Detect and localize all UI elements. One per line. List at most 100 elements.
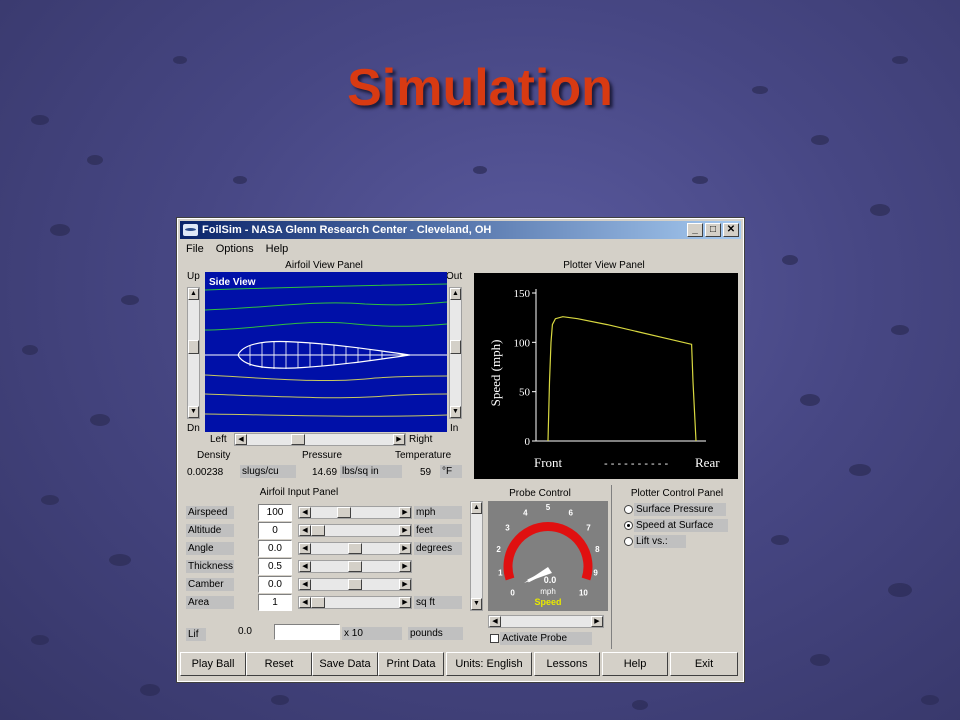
scroll-right-icon[interactable]: ▶ (591, 616, 603, 627)
save-data-button[interactable]: Save Data (312, 652, 378, 676)
scroll-up-icon[interactable]: ▲ (450, 288, 461, 300)
lift-multiplier: x 10 (342, 627, 402, 640)
help-button[interactable]: Help (602, 652, 668, 676)
scroll-down-icon[interactable]: ▼ (471, 598, 482, 610)
density-unit: slugs/cu (240, 465, 296, 478)
lessons-button[interactable]: Lessons (534, 652, 600, 676)
zoom-view-scrollbar[interactable]: ▲ ▼ (449, 287, 462, 419)
airfoil-view-title: Airfoil View Panel (285, 260, 363, 271)
scroll-left-icon[interactable]: ◀ (299, 579, 311, 590)
radio-surface-pressure[interactable] (624, 505, 633, 514)
scroll-left-icon[interactable]: ◀ (299, 543, 311, 554)
exit-button[interactable]: Exit (670, 652, 738, 676)
gauge-tick-label: 7 (586, 524, 591, 533)
radio-lift-vs[interactable] (624, 537, 633, 546)
scroll-up-icon[interactable]: ▲ (471, 502, 482, 514)
activate-probe-checkbox[interactable] (490, 634, 499, 643)
airfoil-input-panel: Airfoil Input Panel Airspeed 100 ◀ ▶ mph Alti… (182, 487, 466, 649)
menu-bar: File Options Help (180, 240, 741, 258)
input-slider[interactable]: ◀ ▶ (298, 524, 412, 537)
scroll-left-icon[interactable]: ◀ (299, 561, 311, 572)
slide-title: Simulation (347, 59, 613, 117)
slider-thumb[interactable] (311, 597, 325, 608)
scroll-right-icon[interactable]: ▶ (393, 434, 405, 445)
menu-options[interactable]: Options (210, 240, 260, 258)
input-unit: feet (414, 524, 462, 537)
scroll-left-icon[interactable]: ◀ (235, 434, 247, 445)
plot-xlabel-rear: Rear (695, 455, 720, 470)
input-slider[interactable]: ◀ ▶ (298, 560, 412, 573)
menu-help[interactable]: Help (260, 240, 295, 258)
probe-control-title: Probe Control (509, 488, 571, 499)
slider-thumb[interactable] (336, 507, 351, 518)
scroll-right-icon[interactable]: ▶ (399, 579, 411, 590)
scroll-left-icon[interactable]: ◀ (299, 597, 311, 608)
gauge-tick-label: 0 (510, 588, 515, 597)
horizontal-view-scrollbar[interactable]: ◀ ▶ (234, 433, 406, 446)
slider-thumb[interactable] (348, 561, 362, 572)
scroll-down-icon[interactable]: ▼ (450, 406, 461, 418)
gauge-tick-label: 8 (595, 545, 600, 554)
option-surface-pressure[interactable]: Surface Pressure (634, 503, 726, 516)
scroll-left-icon[interactable]: ◀ (299, 525, 311, 536)
input-label: Altitude (186, 524, 234, 537)
input-slider[interactable]: ◀ ▶ (298, 506, 412, 519)
input-value-field[interactable]: 100 (258, 504, 292, 521)
airfoil-input-title: Airfoil Input Panel (259, 487, 339, 498)
radio-speed-at-surface[interactable] (624, 521, 633, 530)
window-titlebar[interactable]: FoilSim - NASA Glenn Research Center - C… (180, 221, 741, 239)
reset-button[interactable]: Reset (246, 652, 312, 676)
scroll-down-icon[interactable]: ▼ (188, 406, 199, 418)
scroll-right-icon[interactable]: ▶ (399, 525, 411, 536)
input-value-field[interactable]: 0 (258, 522, 292, 539)
plotter-view-panel: Plotter View Panel 0 50 100 150 Speed (mph)… (468, 259, 740, 483)
input-label: Camber (186, 578, 234, 591)
input-slider[interactable]: ◀ ▶ (298, 542, 412, 555)
scroll-up-icon[interactable]: ▲ (188, 288, 199, 300)
scroll-thumb[interactable] (450, 340, 461, 354)
scroll-left-icon[interactable]: ◀ (299, 507, 311, 518)
plot-y-tick-label: 0 (525, 436, 531, 448)
slider-thumb[interactable] (348, 579, 362, 590)
scroll-thumb[interactable] (291, 434, 305, 445)
scroll-right-icon[interactable]: ▶ (399, 597, 411, 608)
input-value-field[interactable]: 0.0 (258, 576, 292, 593)
slider-thumb[interactable] (348, 543, 362, 554)
option-lift-vs[interactable]: Lift vs.: (634, 535, 686, 548)
scroll-left-icon[interactable]: ◀ (489, 616, 501, 627)
input-slider[interactable]: ◀ ▶ (298, 596, 412, 609)
probe-vertical-scrollbar[interactable]: ▲ ▼ (470, 501, 483, 611)
input-value-field[interactable]: 0.0 (258, 540, 292, 557)
plot-xlabel-dashes: - - - - - - - - - - (604, 458, 668, 470)
slider-thumb[interactable] (311, 525, 325, 536)
option-speed-at-surface[interactable]: Speed at Surface (634, 519, 728, 532)
density-value: 0.00238 (187, 467, 224, 478)
play-ball-button[interactable]: Play Ball (180, 652, 246, 676)
minimize-button[interactable]: _ (687, 223, 703, 237)
input-label: Area (186, 596, 234, 609)
altitude-view-scrollbar[interactable]: ▲ ▼ (187, 287, 200, 419)
side-view-label: Side View (209, 277, 256, 288)
airfoil-side-view: Side View (205, 272, 447, 432)
scroll-thumb[interactable] (188, 340, 199, 354)
menu-file[interactable]: File (180, 240, 210, 258)
input-value-field[interactable]: 1 (258, 594, 292, 611)
close-button[interactable]: ✕ (723, 223, 739, 237)
input-unit: sq ft (414, 596, 462, 609)
scroll-right-icon[interactable]: ▶ (399, 561, 411, 572)
print-data-button[interactable]: Print Data (378, 652, 444, 676)
units-button[interactable]: Units: English (446, 652, 532, 676)
lift-unit: pounds (408, 627, 463, 640)
gauge-tick-label: 2 (496, 545, 501, 554)
input-value-field[interactable]: 0.5 (258, 558, 292, 575)
scroll-right-icon[interactable]: ▶ (399, 543, 411, 554)
probe-horizontal-scrollbar[interactable]: ◀ ▶ (488, 615, 604, 628)
input-unit: mph (414, 506, 462, 519)
plot-y-tick-label: 50 (519, 387, 531, 399)
activate-probe-label[interactable]: Activate Probe (500, 632, 592, 645)
scroll-right-icon[interactable]: ▶ (399, 507, 411, 518)
input-unit: degrees (414, 542, 462, 555)
input-slider[interactable]: ◀ ▶ (298, 578, 412, 591)
maximize-button[interactable]: □ (705, 223, 721, 237)
speed-gauge: 0 1 2 3 4 5 6 7 8 9 10 0.0 mph Speed (488, 501, 608, 611)
